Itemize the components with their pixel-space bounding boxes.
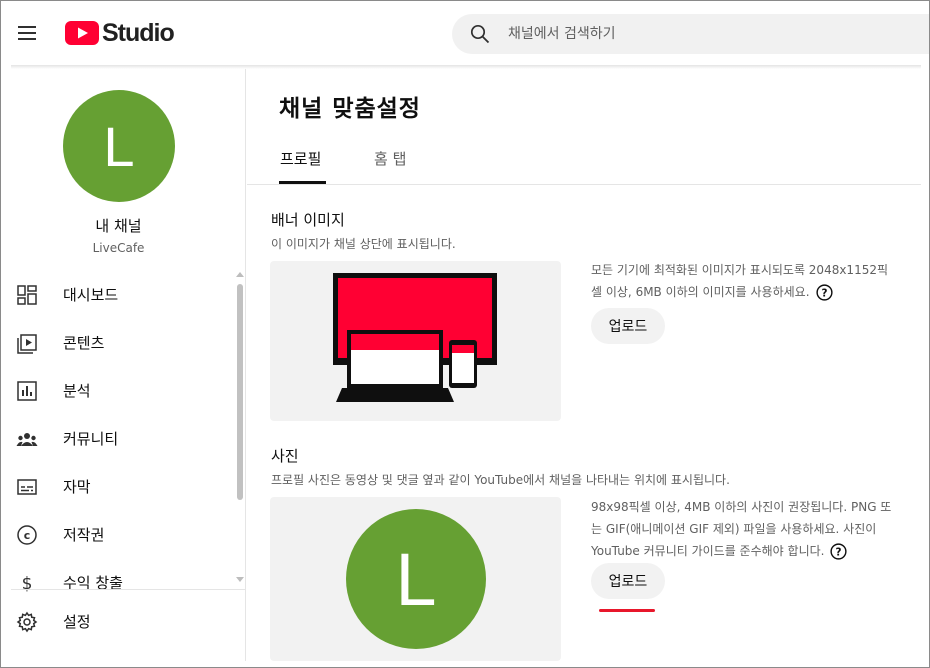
banner-section-description: 이 이미지가 채널 상단에 표시됩니다. <box>271 237 456 251</box>
devices-illustration-icon <box>333 273 497 402</box>
scroll-thumb[interactable] <box>237 284 243 500</box>
sidebar-item-monetization[interactable]: $ 수익 창출 <box>11 560 239 592</box>
channel-name: LiveCafe <box>92 241 145 255</box>
subtitles-icon <box>17 479 37 495</box>
studio-logo[interactable]: Studio <box>65 18 175 48</box>
avatar-letter: L <box>395 537 437 621</box>
scroll-up-arrow-icon[interactable] <box>236 272 244 277</box>
banner-section-title: 배너 이미지 <box>271 211 345 229</box>
help-icon[interactable]: ? <box>830 543 848 560</box>
svg-text:?: ? <box>821 287 827 299</box>
sidebar-item-label: 저작권 <box>63 526 105 544</box>
banner-info-line: 셀 이상, 6MB 이하의 이미지를 사용하세요.? <box>591 281 921 303</box>
sidebar-item-content[interactable]: 콘텐츠 <box>11 320 239 364</box>
page-title: 채널 맞춤설정 <box>279 96 421 122</box>
photo-preview: L <box>270 497 561 661</box>
sidebar-nav: 대시보드 콘텐츠 분석 커뮤니티 자막 c 저작권 $ 수익 창출 <box>11 272 239 592</box>
photo-section-title: 사진 <box>271 447 299 465</box>
banner-preview <box>270 261 561 421</box>
svg-text:?: ? <box>836 546 842 558</box>
content-icon <box>17 334 37 354</box>
tab-home[interactable]: 홈 탭 <box>374 148 406 169</box>
tabs-divider <box>247 184 921 185</box>
sidebar-item-label: 콘텐츠 <box>63 334 105 352</box>
top-bar: Studio <box>1 1 929 65</box>
avatar-letter: L <box>103 114 135 178</box>
tab-profile[interactable]: 프로필 <box>280 148 321 169</box>
sidebar-item-settings[interactable]: 설정 <box>11 599 239 643</box>
sidebar-item-dashboard[interactable]: 대시보드 <box>11 272 239 316</box>
sidebar-item-label: 자막 <box>63 478 91 496</box>
sidebar-divider <box>11 589 245 590</box>
logo-text: Studio <box>102 18 175 47</box>
dashboard-icon <box>17 285 37 305</box>
sidebar-item-subtitles[interactable]: 자막 <box>11 464 239 508</box>
channel-avatar[interactable]: L <box>63 90 175 202</box>
search-box[interactable] <box>452 14 929 54</box>
help-icon[interactable]: ? <box>815 284 833 301</box>
sidebar-item-label: 대시보드 <box>63 286 119 304</box>
search-input[interactable] <box>508 14 908 54</box>
analytics-icon <box>17 381 37 401</box>
search-icon[interactable] <box>470 24 490 44</box>
photo-info-line: YouTube 커뮤니티 가이드를 준수해야 합니다.? <box>591 540 921 562</box>
scroll-down-arrow-icon[interactable] <box>236 577 244 582</box>
annotation-underline <box>599 609 655 612</box>
studio-window: Studio L 내 채널 LiveCafe 대시보드 <box>0 0 930 668</box>
copyright-icon: c <box>17 525 37 545</box>
sidebar-scrollbar[interactable] <box>236 272 244 584</box>
banner-info-line: 모든 기기에 최적화된 이미지가 표시되도록 2048x1152픽 <box>591 263 889 277</box>
sidebar-item-label: 분석 <box>63 382 91 400</box>
community-icon <box>16 433 38 446</box>
banner-info: 모든 기기에 최적화된 이미지가 표시되도록 2048x1152픽 셀 이상, … <box>591 259 921 303</box>
photo-upload-button[interactable]: 업로드 <box>591 563 665 599</box>
gear-icon <box>16 611 38 633</box>
photo-info: 98x98픽셀 이상, 4MB 이하의 사진이 권장됩니다. PNG 또 는 G… <box>591 496 921 562</box>
banner-upload-button[interactable]: 업로드 <box>591 308 665 344</box>
photo-section-description: 프로필 사진은 동영상 및 댓글 옆과 같이 YouTube에서 채널을 나타내… <box>271 473 730 487</box>
main-content: 채널 맞춤설정 프로필 홈 탭 배너 이미지 이 이미지가 채널 상단에 표시됩… <box>247 69 921 661</box>
menu-icon[interactable] <box>16 21 40 45</box>
photo-info-line: 98x98픽셀 이상, 4MB 이하의 사진이 권장됩니다. PNG 또 <box>591 500 892 514</box>
sidebar-item-label: 커뮤니티 <box>63 430 119 448</box>
sidebar-item-analytics[interactable]: 분석 <box>11 368 239 412</box>
profile-photo-avatar: L <box>346 509 486 649</box>
sidebar-item-community[interactable]: 커뮤니티 <box>11 416 239 460</box>
sidebar-item-copyright[interactable]: c 저작권 <box>11 512 239 556</box>
sidebar: L 내 채널 LiveCafe 대시보드 콘텐츠 분석 커뮤니티 자막 c 저작… <box>11 69 246 661</box>
settings-label: 설정 <box>63 613 91 631</box>
my-channel-label: 내 채널 <box>95 217 142 235</box>
photo-info-line: 는 GIF(애니메이션 GIF 제외) 파일을 사용하세요. 사진이 <box>591 522 877 536</box>
youtube-logo-icon <box>65 21 99 45</box>
svg-text:c: c <box>24 529 31 542</box>
